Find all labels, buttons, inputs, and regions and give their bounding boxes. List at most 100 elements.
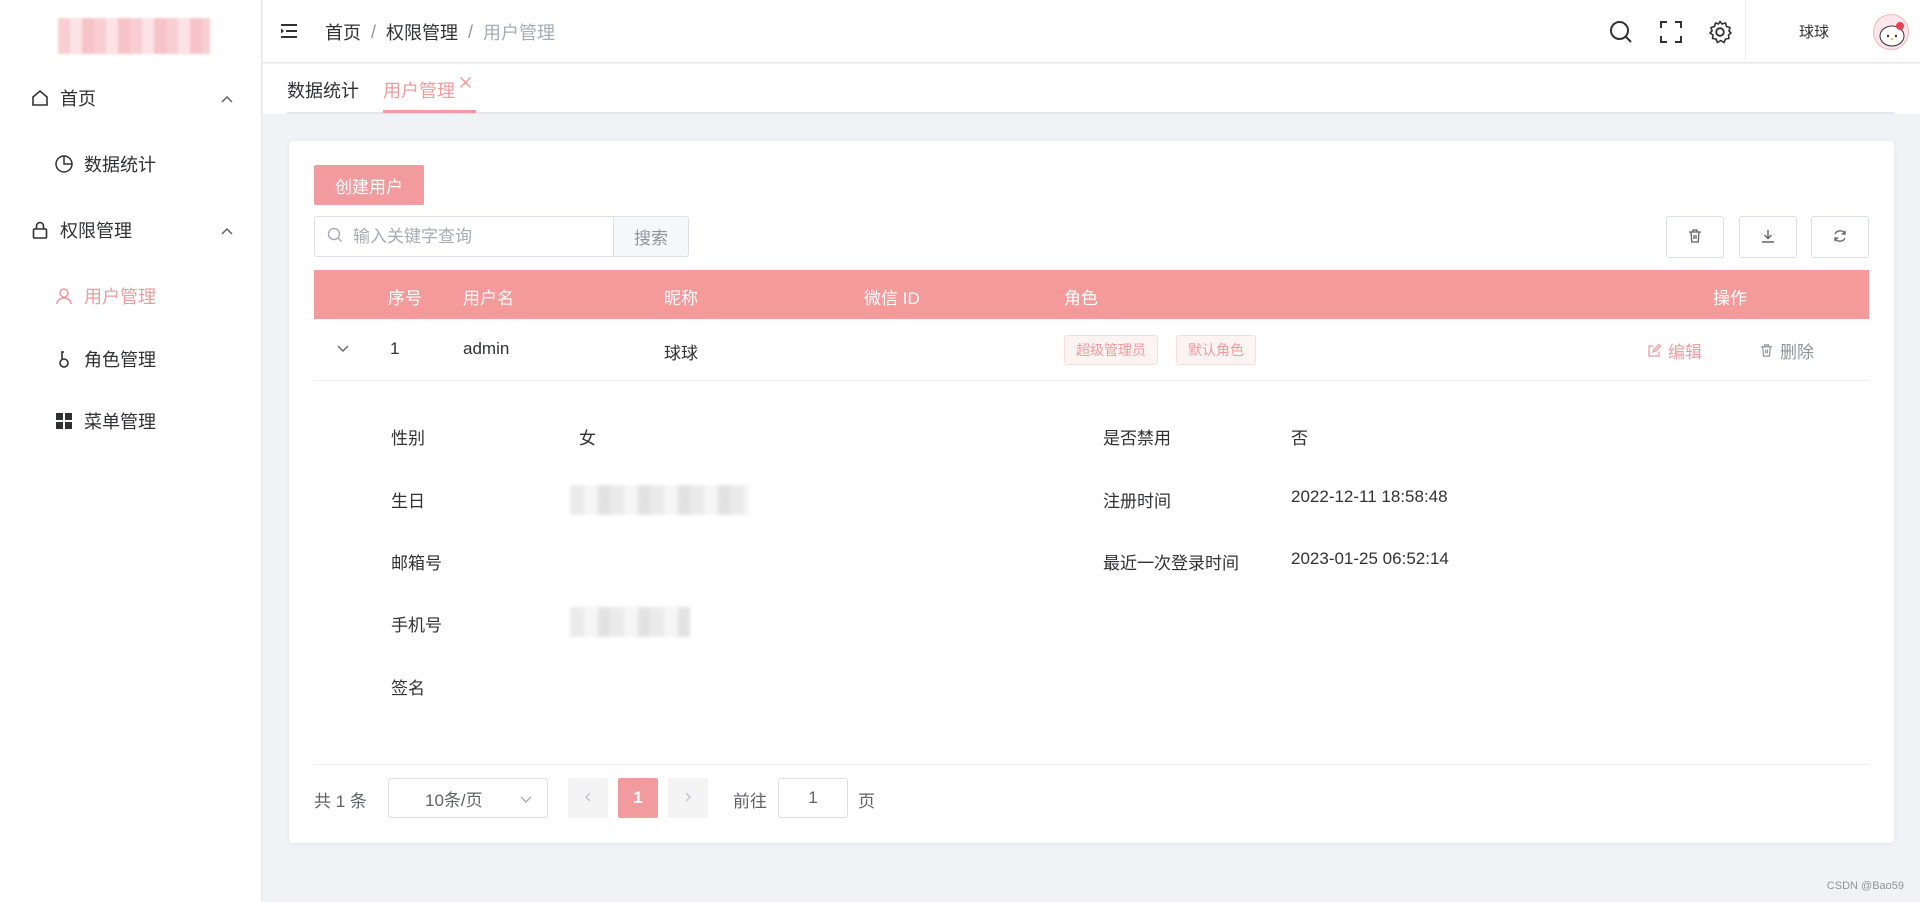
sidebar-item-label: 数据统计 [84, 155, 156, 175]
breadcrumb-permissions[interactable]: 权限管理 [386, 19, 458, 45]
prev-page-button[interactable] [568, 778, 608, 818]
chevron-left-icon [582, 790, 594, 806]
register-time-value: 2022-12-11 18:58:48 [1291, 487, 1448, 506]
next-page-button[interactable] [668, 778, 708, 818]
home-icon [30, 88, 50, 108]
breadcrumb-home[interactable]: 首页 [325, 19, 361, 45]
column-header: 操作 [1713, 289, 1747, 308]
username[interactable]: 球球 [1799, 21, 1829, 42]
download-icon [1760, 228, 1776, 247]
chevron-right-icon [682, 790, 694, 806]
edit-button[interactable]: 编辑 [1647, 338, 1702, 363]
sidebar-item-user-management[interactable]: 用户管理 [0, 268, 262, 324]
user-icon [54, 286, 74, 306]
birthday-label: 生日 [391, 492, 425, 511]
menu-toggle-icon[interactable] [278, 20, 300, 42]
edit-label: 编辑 [1668, 343, 1702, 362]
row-username: admin [463, 339, 510, 358]
column-header: 昵称 [664, 289, 698, 308]
export-button[interactable] [1739, 216, 1797, 258]
grid-icon [54, 411, 74, 431]
watermark: CSDN @Bao59 [1826, 880, 1904, 892]
sidebar-item-label: 菜单管理 [84, 412, 156, 432]
role-tag: 默认角色 [1176, 335, 1256, 365]
table-header: 序号 用户名 昵称 微信 ID 角色 操作 [314, 270, 1869, 319]
column-header: 角色 [1064, 289, 1098, 308]
row-nickname: 球球 [664, 344, 698, 363]
column-header: 用户名 [463, 289, 514, 308]
register-time-label: 注册时间 [1103, 492, 1171, 511]
search-icon[interactable] [1608, 19, 1634, 45]
sidebar: 首页 数据统计 权限管理 用户管理 角色管理 菜单管理 [0, 0, 262, 902]
delete-button[interactable]: 删除 [1759, 338, 1814, 363]
phone-value-redacted [570, 607, 690, 637]
trash-icon [1687, 228, 1703, 247]
page-size-value: 10条/页 [425, 790, 483, 810]
breadcrumb-current: 用户管理 [483, 23, 556, 43]
sidebar-item-permissions[interactable]: 权限管理 [0, 202, 262, 258]
column-header: 序号 [388, 289, 422, 308]
breadcrumb-separator: / [468, 21, 474, 42]
page-number-current[interactable]: 1 [618, 778, 658, 818]
search-button[interactable]: 搜索 [613, 216, 689, 257]
disabled-value: 否 [1291, 429, 1308, 448]
tab-bar [263, 64, 1920, 114]
create-user-button[interactable]: 创建用户 [314, 165, 424, 205]
phone-label: 手机号 [391, 616, 442, 635]
sidebar-item-label: 角色管理 [84, 350, 156, 370]
delete-label: 删除 [1780, 343, 1814, 362]
pagination-total: 共 1 条 [314, 792, 367, 811]
refresh-icon [1832, 228, 1848, 247]
role-tag: 超级管理员 [1064, 335, 1158, 365]
page-size-select[interactable]: 10条/页 [388, 778, 548, 818]
close-icon[interactable] [459, 76, 472, 94]
header-divider [1745, 0, 1746, 63]
top-header: 首页 / 权限管理 / 用户管理 球球 [263, 0, 1920, 63]
search-input[interactable] [353, 226, 593, 247]
search-field [314, 216, 614, 257]
goto-label: 前往 [733, 792, 767, 811]
avatar[interactable] [1873, 14, 1909, 50]
birthday-value-redacted [570, 485, 750, 515]
sidebar-item-home[interactable]: 首页 [0, 70, 262, 126]
tab-user-management[interactable]: 用户管理 [383, 77, 455, 103]
chevron-up-icon [220, 222, 234, 243]
last-login-label: 最近一次登录时间 [1103, 554, 1239, 573]
goto-page-input[interactable] [778, 778, 848, 818]
pie-chart-icon [54, 154, 74, 174]
disabled-label: 是否禁用 [1103, 429, 1171, 448]
trash-icon [1759, 343, 1774, 358]
sidebar-item-data-stats[interactable]: 数据统计 [0, 136, 262, 192]
sidebar-item-role-management[interactable]: 角色管理 [0, 331, 262, 387]
fullscreen-icon[interactable] [1658, 19, 1684, 45]
page-suffix-label: 页 [858, 792, 875, 811]
batch-delete-button[interactable] [1666, 216, 1724, 258]
search-icon [327, 227, 343, 246]
pagination-divider [314, 764, 1869, 765]
chevron-up-icon [220, 90, 234, 111]
gear-icon[interactable] [1707, 19, 1733, 45]
refresh-button[interactable] [1811, 216, 1869, 258]
column-header: 微信 ID [864, 289, 920, 308]
table-row: 1 admin 球球 超级管理员 默认角色 编辑 删除 [314, 320, 1869, 381]
tab-data-stats[interactable]: 数据统计 [287, 77, 359, 103]
breadcrumb-separator: / [371, 21, 377, 42]
edit-icon [1647, 343, 1662, 358]
email-label: 邮箱号 [391, 554, 442, 573]
signature-label: 签名 [391, 679, 425, 698]
key-icon [54, 349, 74, 369]
chevron-down-icon [519, 791, 533, 811]
expand-chevron-icon[interactable] [336, 340, 350, 360]
gender-label: 性别 [391, 429, 425, 448]
logo [58, 18, 210, 54]
lock-icon [30, 220, 50, 240]
breadcrumb: 首页 / 权限管理 / 用户管理 [325, 19, 555, 45]
sidebar-item-menu-management[interactable]: 菜单管理 [0, 393, 262, 449]
row-index: 1 [390, 339, 400, 358]
last-login-value: 2023-01-25 06:52:14 [1291, 549, 1449, 568]
gender-value: 女 [579, 429, 596, 448]
sidebar-item-label: 首页 [60, 89, 96, 109]
active-tab-indicator [383, 110, 476, 113]
tab-baseline [287, 112, 1895, 114]
sidebar-item-label: 权限管理 [60, 221, 132, 241]
